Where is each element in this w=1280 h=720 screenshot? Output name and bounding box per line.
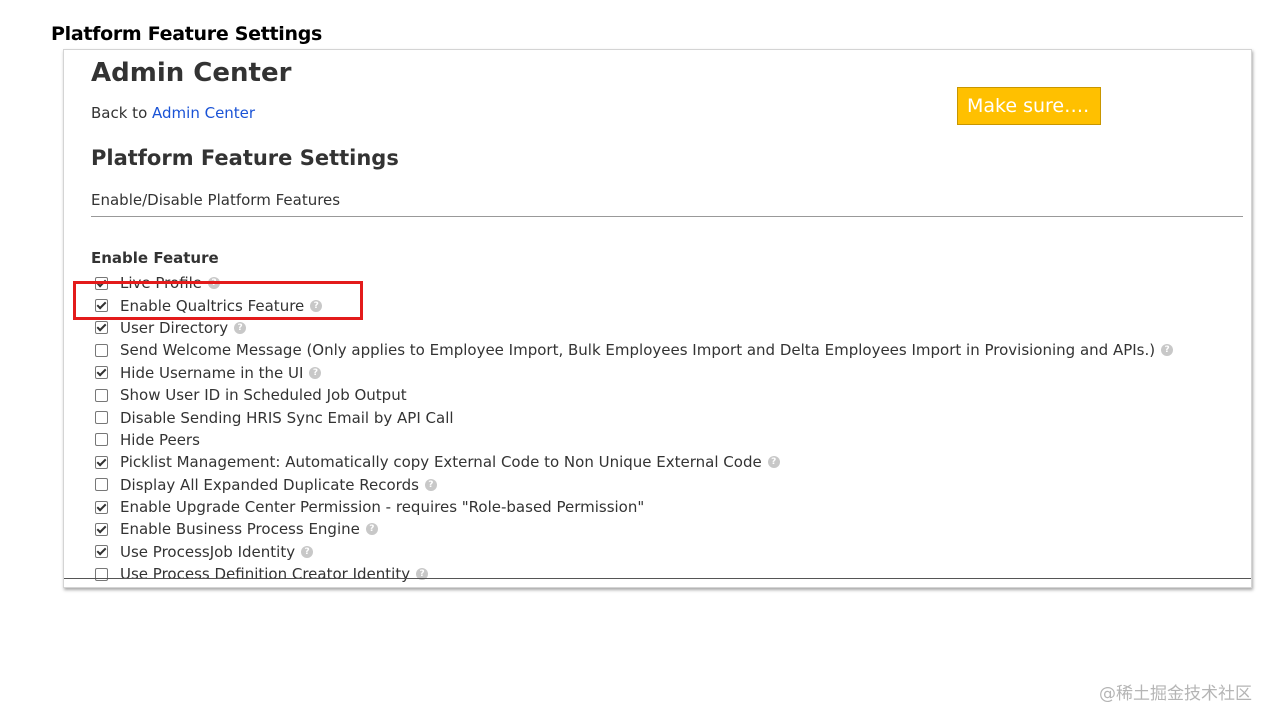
feature-label: User Directory — [120, 318, 229, 337]
feature-item: Enable Business Process Engine? — [95, 518, 1173, 540]
feature-checkbox[interactable] — [95, 478, 108, 492]
section-subtitle: Enable/Disable Platform Features — [91, 191, 341, 209]
feature-label: Enable Upgrade Center Permission - requi… — [120, 498, 645, 517]
back-prefix: Back to — [91, 104, 153, 122]
feature-item: Use Process Definition Creator Identity? — [95, 563, 1173, 585]
admin-center-link[interactable]: Admin Center — [152, 104, 255, 122]
feature-item: Send Welcome Message (Only applies to Em… — [95, 339, 1174, 361]
feature-label: Enable Business Process Engine — [120, 520, 360, 539]
feature-item: Enable Upgrade Center Permission - requi… — [95, 496, 1173, 518]
feature-checkbox[interactable] — [95, 366, 108, 380]
slide-title: Platform Feature Settings — [51, 23, 323, 45]
feature-item: Hide Username in the UI? — [95, 362, 1173, 384]
feature-label: Picklist Management: Automatically copy … — [120, 453, 762, 472]
feature-checkbox[interactable] — [95, 343, 108, 357]
feature-label: Hide Username in the UI — [120, 363, 304, 382]
feature-label: Hide Peers — [120, 430, 200, 449]
feature-item: Hide Peers — [95, 429, 1173, 451]
help-icon[interactable]: ? — [234, 321, 247, 334]
feature-label: Use Process Definition Creator Identity — [120, 565, 411, 584]
feature-item: Disable Sending HRIS Sync Email by API C… — [95, 406, 1173, 428]
feature-checkbox[interactable] — [95, 500, 108, 514]
feature-label: Use ProcessJob Identity — [120, 542, 296, 561]
feature-checkbox[interactable] — [95, 545, 108, 559]
highlight-box — [73, 281, 363, 320]
divider — [91, 216, 1243, 217]
feature-checkbox[interactable] — [95, 433, 108, 447]
help-icon[interactable]: ? — [767, 456, 780, 469]
feature-item: Show User ID in Scheduled Job Output — [95, 384, 1173, 406]
feature-label: Send Welcome Message (Only applies to Em… — [120, 341, 1156, 360]
screenshot-cut-line — [64, 578, 1251, 579]
feature-item: Display All Expanded Duplicate Records? — [95, 474, 1173, 496]
feature-checkbox[interactable] — [95, 321, 108, 335]
help-icon[interactable]: ? — [309, 366, 322, 379]
help-icon[interactable]: ? — [1161, 344, 1174, 357]
enable-feature-heading: Enable Feature — [91, 249, 219, 267]
page-title: Admin Center — [91, 58, 292, 88]
feature-label: Show User ID in Scheduled Job Output — [120, 386, 407, 405]
feature-checkbox[interactable] — [95, 411, 108, 425]
help-icon[interactable]: ? — [301, 545, 314, 558]
feature-item: Picklist Management: Automatically copy … — [95, 451, 1173, 473]
help-icon[interactable]: ? — [424, 478, 437, 491]
help-icon[interactable]: ? — [365, 523, 378, 536]
feature-checkbox[interactable] — [95, 522, 108, 536]
breadcrumb: Back to Admin Center — [91, 104, 255, 122]
section-title: Platform Feature Settings — [91, 146, 399, 170]
watermark: @稀土掘金技术社区 — [1099, 684, 1252, 704]
feature-item: User Directory? — [95, 317, 1173, 339]
feature-checkbox[interactable] — [95, 388, 108, 402]
feature-label: Disable Sending HRIS Sync Email by API C… — [120, 408, 454, 427]
callout-note: Make sure…. — [957, 87, 1101, 125]
feature-checkbox[interactable] — [95, 455, 108, 469]
feature-label: Display All Expanded Duplicate Records — [120, 475, 419, 494]
feature-item: Use ProcessJob Identity? — [95, 541, 1173, 563]
